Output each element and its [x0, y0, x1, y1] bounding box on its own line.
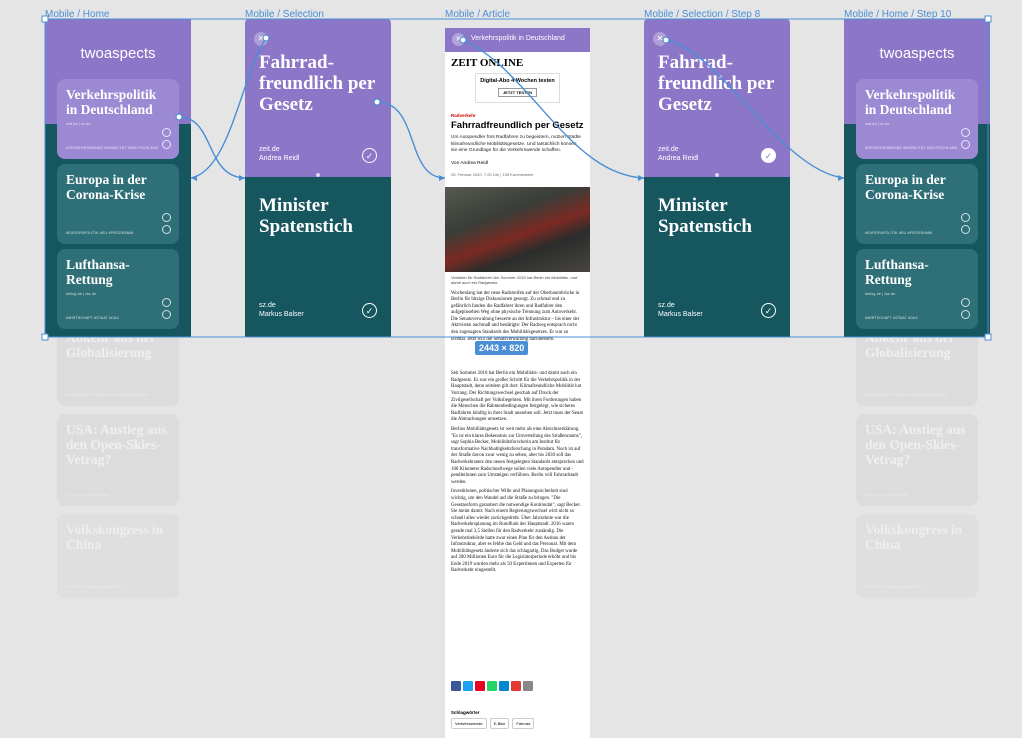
- pocket-icon[interactable]: [511, 681, 521, 691]
- headline: Fahrradfreundlich per Gesetz: [451, 120, 584, 131]
- article-title-bottom[interactable]: Minister Spatenstich: [658, 195, 790, 237]
- check-icon[interactable]: [961, 298, 970, 307]
- kicker: Radverkehr: [451, 113, 476, 118]
- source-top: zeit.de: [259, 146, 280, 153]
- ghost-card: Volkskongress in China #POLITIK #CHINA #K…: [57, 514, 179, 598]
- topic-card[interactable]: Verkehrspolitik in Deutschland zeit.de |…: [856, 79, 978, 159]
- arrow-head: [191, 175, 197, 181]
- home-step10-overflow-ghost: Abkehr aus der Globalisierung #WIRTSCHAFT…: [844, 318, 990, 608]
- article-title-bottom[interactable]: Minister Spatenstich: [259, 195, 391, 237]
- check-icon[interactable]: ✓: [362, 303, 377, 318]
- article-title-top[interactable]: Fahrrad-freundlich per Gesetz: [259, 52, 391, 115]
- keywords: Verkehrswende E-Bike Fahrrad: [451, 718, 535, 729]
- frame-home[interactable]: twoaspects Verkehrspolitik in Deutschlan…: [45, 19, 191, 337]
- source-top: zeit.de: [658, 146, 679, 153]
- traffic-photo: [445, 186, 590, 272]
- frame-selection-step8[interactable]: ✕ Fahrrad-freundlich per Gesetz zeit.de …: [644, 19, 790, 337]
- keyword-chip[interactable]: Verkehrswende: [451, 718, 487, 729]
- keyword-chip[interactable]: Fahrrad: [512, 718, 535, 729]
- twitter-icon[interactable]: [463, 681, 473, 691]
- topic-card[interactable]: Verkehrspolitik in Deutschland zeit.de |…: [57, 79, 179, 159]
- keywords-label: Schlagwörter: [451, 710, 480, 715]
- ad-button[interactable]: JETZT TESTEN: [497, 88, 538, 97]
- frame-home-step10[interactable]: twoaspects Verkehrspolitik in Deutschlan…: [844, 19, 990, 337]
- check-icon[interactable]: [162, 213, 171, 222]
- check-icon[interactable]: [162, 140, 171, 149]
- facebook-icon[interactable]: [451, 681, 461, 691]
- outlet-logo: ZEIT ONLINE: [451, 57, 524, 69]
- selection-size-badge: 2443 × 820: [475, 341, 529, 355]
- check-filled-icon[interactable]: ✓: [761, 148, 776, 163]
- ghost-card: USA: Austieg aus den Open-Skies-Vetrag? #…: [856, 414, 978, 506]
- author-top: Andrea Reidl: [259, 155, 300, 162]
- topic-card[interactable]: Europa in der Corona-Krise #EUROPAPOLITI…: [57, 164, 179, 244]
- whatsapp-icon[interactable]: [487, 681, 497, 691]
- pager-dot: [715, 173, 719, 177]
- close-icon[interactable]: ✕: [452, 33, 465, 46]
- frame-article[interactable]: ✕ Verkehrspolitik in Deutschland ZEIT ON…: [445, 28, 590, 738]
- article-body: Wochenlang hat der neue Radstreifen auf …: [451, 290, 584, 574]
- frame-label-article[interactable]: Mobile / Article: [445, 9, 510, 20]
- topic-card[interactable]: Lufthansa-Rettung hellog.de | faz.de #WI…: [856, 249, 978, 329]
- brand-logo: twoaspects: [879, 45, 955, 62]
- author-bottom: Markus Balser: [658, 311, 703, 318]
- source-bottom: sz.de: [259, 302, 276, 309]
- home-overflow-ghost: Abkehr aus der Globalisierung #WIRTSCHAFT…: [45, 318, 191, 608]
- photo-caption: Verfallen für Radfahrer! Am Sommer 2018 …: [451, 274, 578, 285]
- ad-banner[interactable]: Digital-Abo 4 Wochen testen JETZT TESTEN: [475, 73, 560, 103]
- author-bottom: Markus Balser: [259, 311, 304, 318]
- article-title-top[interactable]: Fahrrad-freundlich per Gesetz: [658, 52, 790, 115]
- close-icon[interactable]: ✕: [653, 32, 667, 46]
- frame-selection[interactable]: ✕ Fahrrad-freundlich per Gesetz zeit.de …: [245, 19, 391, 337]
- check-icon[interactable]: ✓: [362, 148, 377, 163]
- ghost-card: Volkskongress in China #POLITIK #CHINA #K…: [856, 514, 978, 598]
- mail-icon[interactable]: [523, 681, 533, 691]
- close-icon[interactable]: ✕: [254, 32, 268, 46]
- keyword-chip[interactable]: E-Bike: [489, 718, 510, 729]
- lead: Um Autopendler fürs Radfahren zu begeist…: [451, 135, 581, 153]
- check-icon[interactable]: [961, 140, 970, 149]
- telegram-icon[interactable]: [499, 681, 509, 691]
- check-icon[interactable]: [162, 225, 171, 234]
- date-line: 25. Februar 2020, 7:20 Uhr | 139 Komment…: [451, 171, 534, 177]
- check-icon[interactable]: [961, 213, 970, 222]
- check-icon[interactable]: [961, 128, 970, 137]
- check-icon[interactable]: [961, 310, 970, 319]
- article-topbar: ✕ Verkehrspolitik in Deutschland: [445, 28, 590, 52]
- check-icon[interactable]: ✓: [761, 303, 776, 318]
- topic-card[interactable]: Lufthansa-Rettung hellog.de | faz.de #WI…: [57, 249, 179, 329]
- topic-card[interactable]: Europa in der Corona-Krise #EUROPAPOLITI…: [856, 164, 978, 244]
- check-icon[interactable]: [162, 310, 171, 319]
- pinterest-icon[interactable]: [475, 681, 485, 691]
- check-icon[interactable]: [162, 298, 171, 307]
- pager-dot: [316, 173, 320, 177]
- source-bottom: sz.de: [658, 302, 675, 309]
- ghost-card: USA: Austieg aus den Open-Skies-Vetrag? #…: [57, 414, 179, 506]
- check-icon[interactable]: [162, 128, 171, 137]
- byline: Von Andrea Reidl: [451, 160, 489, 166]
- brand-logo: twoaspects: [80, 45, 156, 62]
- author-top: Andrea Reidl: [658, 155, 699, 162]
- share-bar: [451, 681, 533, 691]
- check-icon[interactable]: [961, 225, 970, 234]
